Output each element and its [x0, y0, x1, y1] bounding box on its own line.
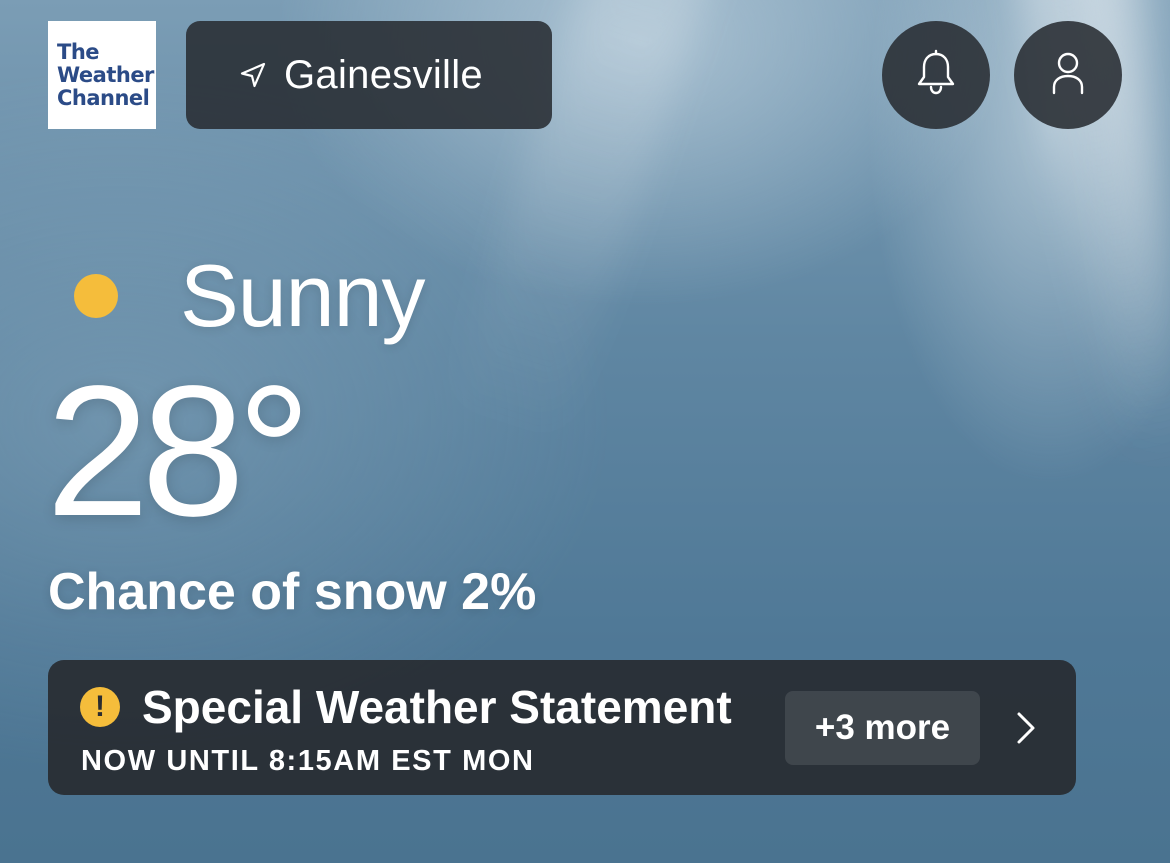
exclamation-icon: !	[80, 687, 120, 727]
chevron-right-icon	[1014, 710, 1038, 746]
weather-channel-logo[interactable]: The Weather Channel	[48, 21, 156, 129]
notifications-button[interactable]	[882, 21, 990, 129]
more-alerts-button[interactable]: +3 more	[785, 691, 980, 765]
location-button[interactable]: Gainesville	[186, 21, 552, 129]
location-name: Gainesville	[284, 52, 483, 97]
current-temperature: 28°	[46, 348, 311, 555]
sun-icon	[74, 274, 118, 318]
logo-line-2: Weather	[57, 62, 154, 87]
user-icon	[1048, 49, 1088, 102]
alert-time: NOW UNTIL 8:15AM EST MON	[81, 745, 535, 777]
current-condition: Sunny	[74, 246, 426, 345]
account-button[interactable]	[1014, 21, 1122, 129]
condition-text: Sunny	[180, 246, 426, 345]
weather-alert-card[interactable]: ! Special Weather Statement NOW UNTIL 8:…	[48, 660, 1076, 795]
alert-title: Special Weather Statement	[142, 681, 732, 733]
precipitation-chance: Chance of snow 2%	[48, 563, 537, 621]
logo-line-1: The	[57, 39, 100, 64]
location-arrow-icon	[238, 60, 268, 90]
bell-icon	[914, 49, 958, 102]
logo-line-3: Channel	[57, 85, 150, 110]
